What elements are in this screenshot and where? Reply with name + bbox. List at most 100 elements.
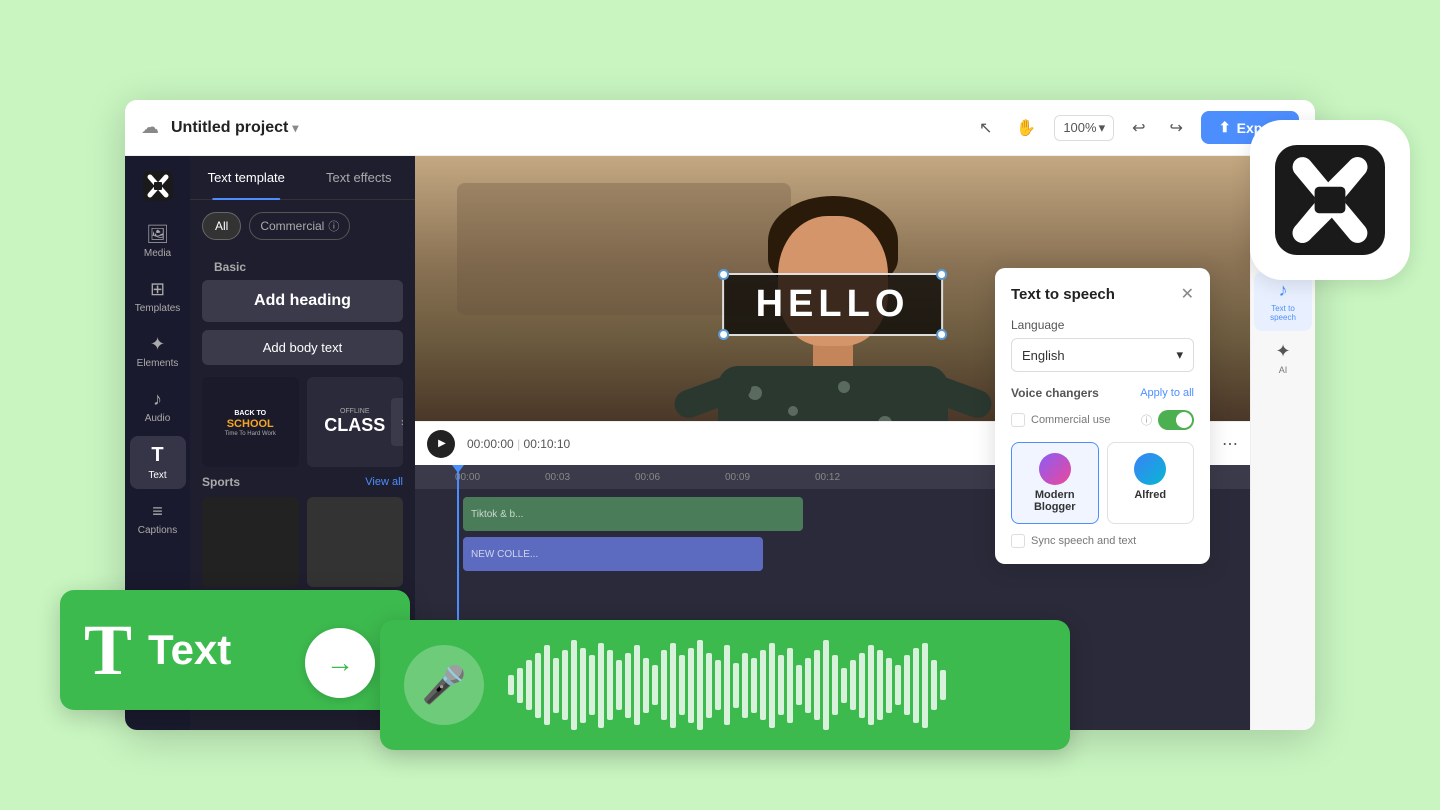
add-heading-btn[interactable]: Add heading [202, 280, 403, 322]
tab-text-effects[interactable]: Text effects [303, 156, 416, 199]
ai-label: AI [1279, 365, 1288, 376]
chevron-down-icon[interactable]: ▾ [292, 121, 298, 135]
commercial-check[interactable] [1011, 413, 1025, 427]
template-card-back-to-school[interactable]: BACK TO SCHOOL Time To Hard Work [202, 377, 299, 467]
class-text: CLASS [324, 415, 385, 435]
tts-voice-changers-row: Voice changers Apply to all [1011, 386, 1194, 400]
sports-template-grid [202, 497, 403, 587]
view-all-btn[interactable]: View all [365, 476, 403, 488]
export-icon: ⬆ [1219, 119, 1231, 136]
undo-btn[interactable]: ↩ [1126, 114, 1151, 142]
tl-tool-5[interactable]: ⋯ [1222, 434, 1238, 454]
tts-language-value: English [1022, 348, 1065, 363]
handle-tr [936, 269, 947, 280]
top-bar: ☁ Untitled project ▾ ↖ ✋ 100% ▾ ↩ ↪ ⬆ Ex… [125, 100, 1315, 156]
wave-bar [886, 658, 892, 713]
sync-label: Sync speech and text [1031, 535, 1136, 547]
sidebar-item-text[interactable]: T Text [130, 436, 186, 489]
sync-checkbox[interactable] [1011, 534, 1025, 548]
back-school-sub: Time To Hard Work [225, 431, 276, 437]
add-body-btn[interactable]: Add body text [202, 330, 403, 365]
wave-bar [823, 640, 829, 730]
elements-icon: ✦ [150, 334, 165, 355]
handle-tl [718, 269, 729, 280]
wave-bar [562, 650, 568, 720]
commercial-row: Commercial use ⓘ [1011, 410, 1194, 430]
wave-bar [913, 648, 919, 723]
offline-class: OFFLINE CLASS [324, 408, 385, 436]
zoom-btn[interactable]: 100% ▾ [1054, 115, 1114, 141]
track-label-2: NEW COLLE... [471, 549, 538, 560]
track-clip-2[interactable]: NEW COLLE... [463, 537, 763, 571]
tab-text-template[interactable]: Text template [190, 156, 303, 199]
sidebar-item-elements[interactable]: ✦ Elements [130, 326, 186, 377]
tts-icon: ♪ [1279, 280, 1288, 301]
track-label-1: Tiktok & b... [471, 509, 523, 520]
template-grid: BACK TO SCHOOL Time To Hard Work OFFLINE… [202, 377, 403, 467]
tts-language-select[interactable]: English ▾ [1011, 338, 1194, 372]
wave-bar [535, 653, 541, 718]
voice-card-modern-blogger[interactable]: Modern Blogger [1011, 442, 1099, 524]
cursor-tool-btn[interactable]: ↖ [973, 114, 998, 142]
sidebar-item-audio[interactable]: ♪ Audio [130, 381, 186, 432]
hello-text-container[interactable]: HELLO [722, 273, 944, 336]
track-clip-1[interactable]: Tiktok & b... [463, 497, 803, 531]
wave-bar [715, 660, 721, 710]
tts-close-btn[interactable]: ✕ [1181, 284, 1194, 304]
basic-section-title: Basic [202, 252, 403, 280]
float-text-label: Text [148, 626, 231, 674]
ruler-mark-1: 00:03 [545, 472, 635, 483]
template-card-class[interactable]: OFFLINE CLASS › [307, 377, 404, 467]
next-arrow[interactable]: › [391, 398, 403, 446]
media-label: Media [144, 248, 171, 259]
dot-2 [788, 406, 798, 416]
sports-template-1[interactable] [202, 497, 299, 587]
tab-text-template-label: Text template [208, 170, 285, 185]
ruler-mark-2: 00:06 [635, 472, 725, 483]
logo-icon [143, 171, 173, 201]
tts-panel-title: Text to speech [1011, 286, 1115, 303]
voice-card-alfred[interactable]: Alfred [1107, 442, 1195, 524]
handle-br [936, 329, 947, 340]
wave-bar [706, 653, 712, 718]
filter-all-btn[interactable]: All [202, 212, 241, 240]
dot-4 [878, 416, 892, 421]
templates-icon: ⊞ [150, 279, 165, 300]
sidebar-item-captions[interactable]: ≡ Captions [130, 493, 186, 544]
wave-bar [832, 655, 838, 715]
wave-bar [697, 640, 703, 730]
wave-bar [787, 648, 793, 723]
hand-tool-btn[interactable]: ✋ [1010, 114, 1042, 142]
voice-changers-label: Voice changers [1011, 386, 1099, 400]
play-btn[interactable]: ▶ [427, 430, 455, 458]
tab-text-effects-label: Text effects [326, 170, 392, 185]
wave-bar [769, 643, 775, 728]
sidebar-item-media[interactable]: 🖼 Media [130, 216, 186, 267]
panel-filters: All Commercial ⓘ [190, 200, 415, 252]
right-panel-ai[interactable]: ✦ AI [1254, 333, 1312, 384]
tts-label-right: Text to speech [1258, 304, 1308, 323]
filter-commercial-btn[interactable]: Commercial ⓘ [249, 212, 350, 240]
wave-bar [508, 675, 514, 695]
commercial-toggle[interactable] [1158, 410, 1194, 430]
top-bar-tools: ↖ ✋ 100% ▾ ↩ ↪ ⬆ Export [973, 111, 1299, 144]
cloud-icon: ☁ [141, 117, 159, 138]
wave-bar [805, 658, 811, 713]
redo-btn[interactable]: ↪ [1164, 114, 1189, 142]
ruler-mark-4: 00:12 [815, 472, 905, 483]
wave-bar [589, 655, 595, 715]
sports-template-2[interactable] [307, 497, 404, 587]
tts-header: Text to speech ✕ [1011, 284, 1194, 304]
sidebar-item-templates[interactable]: ⊞ Templates [130, 271, 186, 322]
text-icon: T [151, 444, 163, 467]
audio-icon: ♪ [153, 389, 162, 410]
filter-all-label: All [215, 219, 228, 233]
playhead-arrow [452, 465, 464, 473]
right-panel-tts[interactable]: ♪ Text to speech [1254, 272, 1312, 331]
hello-text-box: HELLO [722, 273, 944, 336]
wave-bar [733, 663, 739, 708]
wave-bar [904, 655, 910, 715]
voice-cards: Modern Blogger Alfred [1011, 442, 1194, 524]
body [718, 366, 948, 421]
apply-to-all-btn[interactable]: Apply to all [1140, 387, 1194, 399]
